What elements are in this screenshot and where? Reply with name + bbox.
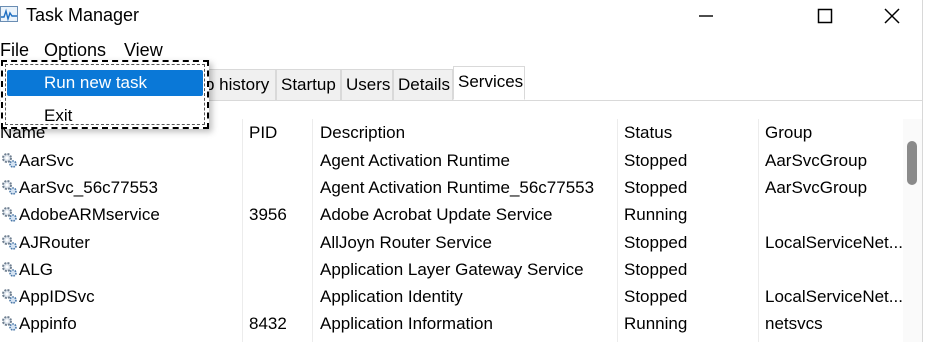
- cell-status: Stopped: [624, 232, 688, 252]
- tab-app-history[interactable]: p history: [200, 69, 276, 100]
- tab-details[interactable]: Details: [393, 69, 453, 100]
- cell-status: Stopped: [624, 286, 688, 306]
- table-row[interactable]: AdobeARMservice 3956 Adobe Acrobat Updat…: [0, 201, 903, 228]
- task-manager-icon: [0, 6, 18, 22]
- cell-pid: 8432: [249, 314, 287, 334]
- cell-name: AarSvc: [19, 151, 74, 170]
- menu-item-run-new-task[interactable]: Run new task: [7, 70, 203, 96]
- vertical-scrollbar[interactable]: [903, 119, 922, 342]
- table-row[interactable]: ALG Application Layer Gateway Service St…: [0, 256, 903, 283]
- service-gear-icon: [2, 153, 17, 168]
- cell-status: Stopped: [624, 151, 688, 170]
- window-edge: [922, 0, 940, 342]
- window-title: Task Manager: [26, 5, 140, 25]
- service-gear-icon: [2, 316, 17, 331]
- cell-group: AarSvcGroup: [765, 151, 868, 170]
- tab-users[interactable]: Users: [341, 69, 393, 100]
- menu-item-exit[interactable]: Exit: [7, 103, 203, 129]
- cell-pid: 3956: [249, 205, 287, 225]
- column-pid[interactable]: PID: [249, 123, 277, 143]
- tab-services[interactable]: Services: [453, 66, 525, 100]
- menu-options[interactable]: Options: [44, 40, 106, 61]
- table-row[interactable]: AarSvc_56c77553 Agent Activation Runtime…: [0, 174, 903, 201]
- close-icon: [884, 8, 900, 24]
- maximize-icon: [817, 8, 833, 24]
- service-gear-icon: [2, 207, 17, 223]
- cell-description: Agent Activation Runtime: [320, 151, 510, 170]
- services-table: AarSvc Agent Activation Runtime Stopped …: [0, 147, 903, 337]
- cell-name: AarSvc_56c77553: [19, 178, 158, 198]
- service-gear-icon: [2, 180, 17, 195]
- cell-description: Agent Activation Runtime_56c77553: [320, 178, 595, 198]
- table-row[interactable]: AarSvc Agent Activation Runtime Stopped …: [0, 147, 903, 174]
- table-row[interactable]: AJRouter AllJoyn Router Service Stopped …: [0, 229, 903, 256]
- maximize-button[interactable]: [795, 0, 855, 32]
- scrollbar-thumb[interactable]: [907, 141, 917, 185]
- cell-description: Application Information: [320, 314, 493, 334]
- minimize-icon: [699, 15, 713, 17]
- cell-description: AllJoyn Router Service: [320, 232, 492, 252]
- cell-description: Application Layer Gateway Service: [320, 259, 584, 279]
- service-gear-icon: [2, 234, 17, 250]
- title-bar: Task Manager: [0, 0, 940, 32]
- file-menu-dropdown: Run new task Exit: [1, 60, 209, 129]
- cell-name: AJRouter: [19, 232, 90, 252]
- cell-group: AarSvcGroup: [765, 178, 868, 198]
- table-row[interactable]: Appinfo 8432 Application Information Run…: [0, 310, 903, 337]
- service-gear-icon: [2, 261, 17, 277]
- minimize-button[interactable]: [676, 0, 736, 32]
- cell-name: ALG: [19, 259, 54, 279]
- menu-file[interactable]: File: [0, 40, 29, 61]
- menu-view[interactable]: View: [124, 40, 163, 61]
- cell-status: Stopped: [624, 178, 688, 198]
- cell-status: Running: [624, 205, 688, 225]
- tab-startup[interactable]: Startup: [276, 69, 341, 100]
- cell-status: Stopped: [624, 259, 688, 279]
- column-description[interactable]: Description: [320, 123, 405, 143]
- cell-description: Application Identity: [320, 286, 463, 306]
- table-row[interactable]: AppIDSvc Application Identity Stopped Lo…: [0, 283, 903, 310]
- cell-group: LocalServiceNet...: [765, 232, 903, 252]
- menu-item-label: Exit: [44, 106, 73, 125]
- service-gear-icon: [2, 288, 17, 304]
- menu-bar: File Options View: [0, 36, 940, 62]
- cell-name: AdobeARMservice: [19, 205, 160, 225]
- close-button[interactable]: [862, 0, 922, 32]
- column-group[interactable]: Group: [765, 123, 812, 143]
- cell-name: AppIDSvc: [19, 286, 95, 306]
- menu-item-label: Run new task: [44, 73, 147, 92]
- cell-status: Running: [624, 314, 688, 334]
- column-status[interactable]: Status: [624, 123, 672, 143]
- cell-group: LocalServiceNet...: [765, 286, 903, 306]
- cell-description: Adobe Acrobat Update Service: [320, 205, 553, 225]
- cell-name: Appinfo: [19, 314, 77, 334]
- cell-group: netsvcs: [765, 314, 823, 334]
